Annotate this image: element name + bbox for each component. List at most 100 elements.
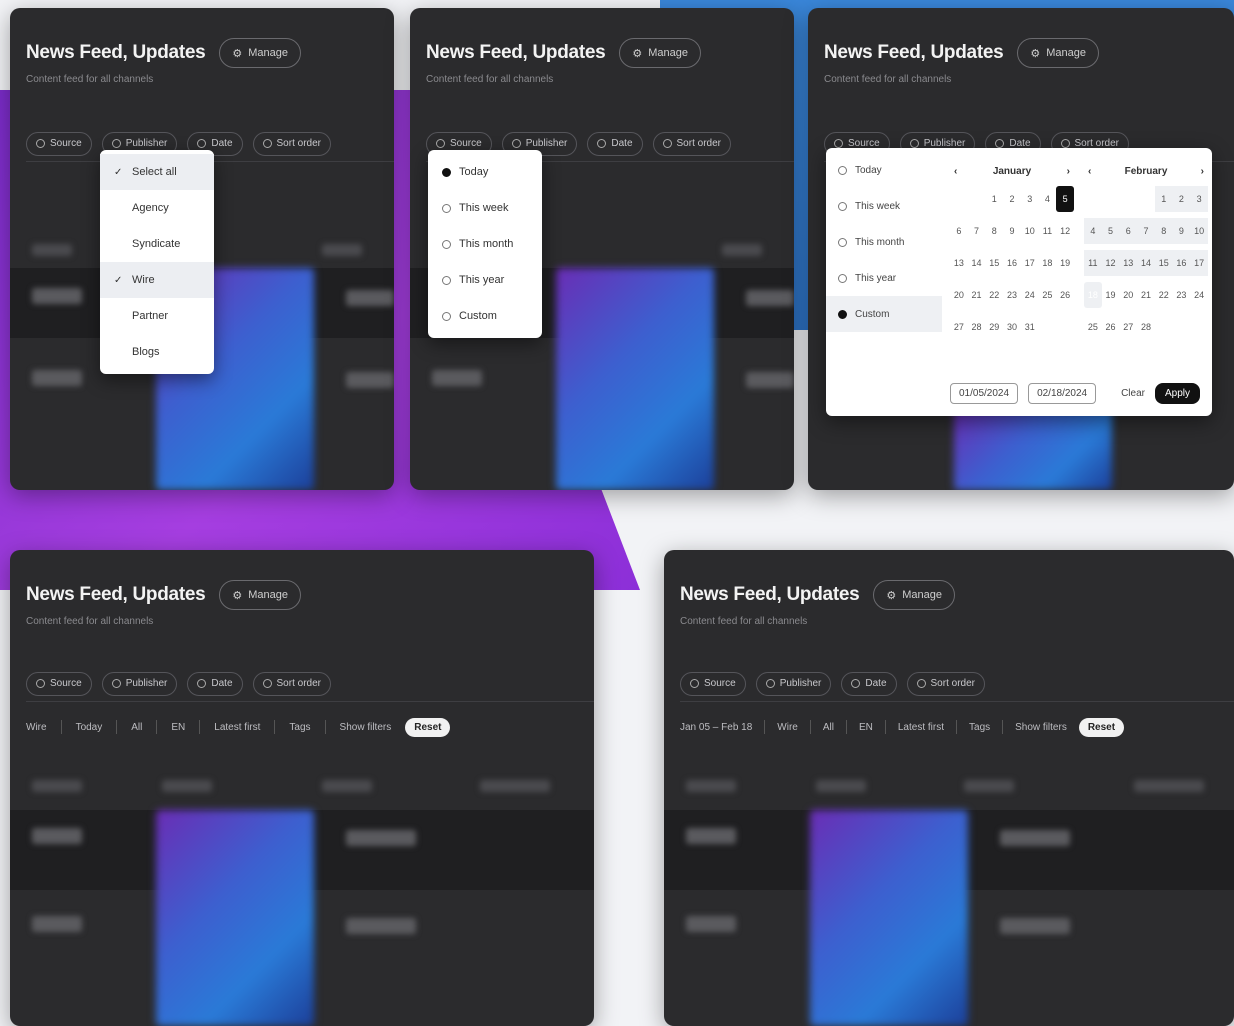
next-month-icon[interactable]: › xyxy=(1067,166,1070,177)
filter-sort[interactable]: Sort order xyxy=(906,671,985,696)
calendar-day[interactable]: 8 xyxy=(985,218,1003,244)
calendar-day[interactable]: 8 xyxy=(1154,218,1173,244)
calendar-day[interactable]: 12 xyxy=(1101,250,1120,276)
calendar-day[interactable]: 7 xyxy=(968,218,986,244)
menu-item[interactable]: Agency xyxy=(100,190,214,226)
filter-date[interactable]: Date xyxy=(841,671,897,696)
filter-date[interactable]: Date xyxy=(587,131,643,156)
calendar-day[interactable]: 2 xyxy=(1003,186,1021,212)
calendar-day[interactable]: 10 xyxy=(1190,218,1208,244)
calendar-day[interactable]: 16 xyxy=(1172,250,1191,276)
article-thumbnail[interactable] xyxy=(954,408,1112,490)
calendar-day[interactable]: 15 xyxy=(985,250,1003,276)
filter-date[interactable]: Date xyxy=(187,671,243,696)
menu-item[interactable]: Syndicate xyxy=(100,226,214,262)
calendar-day[interactable]: 6 xyxy=(950,218,968,244)
menu-item[interactable]: ✓ Wire xyxy=(100,262,214,298)
calendar-day[interactable]: 25 xyxy=(1084,314,1102,340)
next-month-icon[interactable]: › xyxy=(1201,166,1204,177)
calendar-day[interactable]: 19 xyxy=(1056,250,1074,276)
calendar-day[interactable]: 17 xyxy=(1190,250,1208,276)
menu-item[interactable]: Today xyxy=(428,154,542,190)
filter-source[interactable]: Source xyxy=(26,131,92,156)
calendar-day[interactable]: 30 xyxy=(1003,314,1021,340)
calendar-day[interactable]: 9 xyxy=(1172,218,1191,244)
article-thumbnail[interactable] xyxy=(556,268,714,490)
calendar-day[interactable]: 2 xyxy=(1172,186,1191,212)
calendar-day[interactable]: 11 xyxy=(1039,218,1057,244)
calendar-day[interactable]: 10 xyxy=(1021,218,1039,244)
calendar-day[interactable]: 31 xyxy=(1021,314,1039,340)
calendar-day[interactable]: 16 xyxy=(1003,250,1021,276)
calendar-day[interactable]: 3 xyxy=(1021,186,1039,212)
calendar-day[interactable]: 26 xyxy=(1056,282,1074,308)
calendar-day[interactable]: 26 xyxy=(1102,314,1120,340)
preset-item[interactable]: This year xyxy=(826,260,942,296)
calendar-day[interactable]: 25 xyxy=(1039,282,1057,308)
preset-item[interactable]: This month xyxy=(826,224,942,260)
menu-item[interactable]: This month xyxy=(428,226,542,262)
menu-item[interactable]: Custom xyxy=(428,298,542,334)
calendar-day[interactable]: 3 xyxy=(1190,186,1208,212)
calendar-day[interactable]: 18 xyxy=(1084,282,1102,308)
calendar-day[interactable]: 1 xyxy=(985,186,1003,212)
prev-month-icon[interactable]: ‹ xyxy=(954,166,957,177)
filter-publisher[interactable]: Publisher xyxy=(101,671,178,696)
menu-item[interactable]: This week xyxy=(428,190,542,226)
filter-source[interactable]: Source xyxy=(680,671,746,696)
calendar-day[interactable]: 23 xyxy=(1003,282,1021,308)
manage-button[interactable]: ⚙ Manage xyxy=(619,38,702,68)
filter-sort[interactable]: Sort order xyxy=(252,131,331,156)
filter-source[interactable]: Source xyxy=(26,671,92,696)
calendar-day[interactable]: 24 xyxy=(1021,282,1039,308)
filter-publisher[interactable]: Publisher xyxy=(755,671,832,696)
calendar-day[interactable]: 27 xyxy=(1119,314,1137,340)
menu-item[interactable]: Partner xyxy=(100,298,214,334)
calendar-day[interactable]: 14 xyxy=(968,250,986,276)
calendar-day[interactable]: 11 xyxy=(1084,250,1102,276)
calendar-day[interactable]: 22 xyxy=(985,282,1003,308)
filter-sort[interactable]: Sort order xyxy=(652,131,731,156)
preset-item[interactable]: Custom xyxy=(826,296,942,332)
reset-button[interactable]: Reset xyxy=(405,717,451,737)
article-thumbnail[interactable] xyxy=(156,810,314,1026)
clear-button[interactable]: Clear xyxy=(1121,388,1145,399)
filter-sort[interactable]: Sort order xyxy=(252,671,331,696)
calendar-day[interactable]: 7 xyxy=(1137,218,1155,244)
reset-button[interactable]: Reset xyxy=(1078,717,1125,737)
calendar-day[interactable]: 12 xyxy=(1056,218,1074,244)
manage-button[interactable]: ⚙ Manage xyxy=(873,580,956,610)
article-thumbnail[interactable] xyxy=(810,810,968,1026)
calendar-day[interactable]: 20 xyxy=(950,282,968,308)
calendar-day[interactable]: 4 xyxy=(1039,186,1057,212)
menu-item[interactable]: This year xyxy=(428,262,542,298)
calendar-day[interactable]: 19 xyxy=(1102,282,1120,308)
calendar-day[interactable]: 13 xyxy=(950,250,968,276)
menu-item[interactable]: ✓ Select all xyxy=(100,154,214,190)
calendar-day[interactable]: 23 xyxy=(1173,282,1191,308)
calendar-day[interactable]: 24 xyxy=(1190,282,1208,308)
preset-item[interactable]: Today xyxy=(826,152,942,188)
manage-button[interactable]: ⚙ Manage xyxy=(219,580,302,610)
calendar-day[interactable]: 1 xyxy=(1154,186,1173,212)
to-date-field[interactable]: 02/18/2024 xyxy=(1028,382,1097,404)
calendar-day[interactable]: 27 xyxy=(950,314,968,340)
calendar-day[interactable]: 21 xyxy=(1137,282,1155,308)
calendar-day[interactable]: 6 xyxy=(1119,218,1138,244)
calendar-day[interactable]: 20 xyxy=(1119,282,1137,308)
calendar-day[interactable]: 18 xyxy=(1039,250,1057,276)
calendar-day[interactable]: 9 xyxy=(1003,218,1021,244)
calendar-day[interactable]: 29 xyxy=(985,314,1003,340)
from-date-field[interactable]: 01/05/2024 xyxy=(950,382,1019,404)
menu-item[interactable]: Blogs xyxy=(100,334,214,370)
calendar-day[interactable]: 28 xyxy=(968,314,986,340)
calendar-day[interactable]: 5 xyxy=(1101,218,1120,244)
calendar-day[interactable]: 21 xyxy=(968,282,986,308)
apply-button[interactable]: Apply xyxy=(1154,382,1200,404)
preset-item[interactable]: This week xyxy=(826,188,942,224)
calendar-day[interactable]: 22 xyxy=(1155,282,1173,308)
calendar-day[interactable]: 14 xyxy=(1137,250,1155,276)
manage-button[interactable]: ⚙ Manage xyxy=(219,38,302,68)
calendar-day[interactable]: 4 xyxy=(1084,218,1102,244)
calendar-day[interactable]: 13 xyxy=(1119,250,1138,276)
